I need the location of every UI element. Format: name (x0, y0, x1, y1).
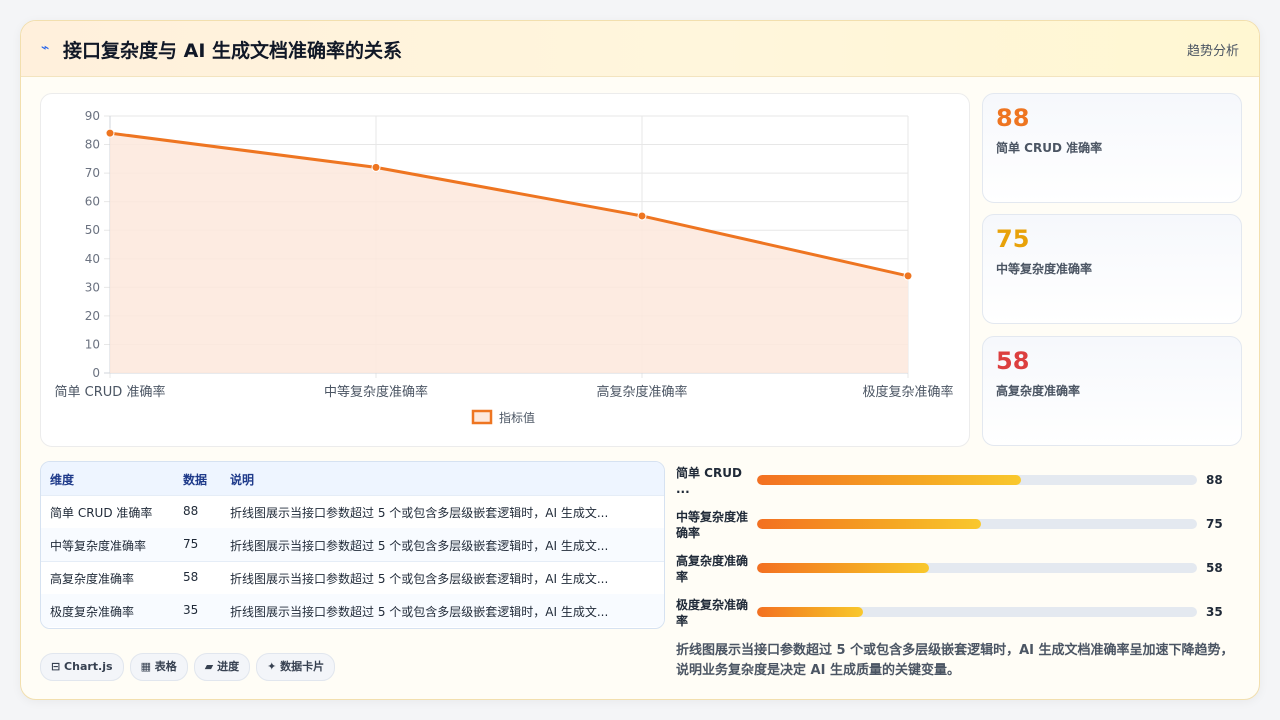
trend-icon: ⌁ (41, 40, 50, 56)
y-tick-label: 40 (85, 252, 100, 266)
stat-value: 75 (996, 225, 1030, 253)
table-cell: 88 (183, 504, 199, 518)
stat-card-medium: 75 中等复杂度准确率 (982, 214, 1242, 324)
y-tick-label: 10 (85, 337, 100, 351)
progress-value: 75 (1206, 517, 1223, 531)
progress-value: 35 (1206, 605, 1223, 619)
progress-label: 极度复杂准确率 (676, 598, 749, 628)
data-point (371, 162, 381, 172)
progress-track (757, 519, 1197, 529)
y-tick-label: 0 (92, 366, 100, 380)
y-tick-label: 90 (85, 109, 100, 123)
progress-value: 58 (1206, 561, 1223, 575)
progress-row: 极度复杂准确率 35 (676, 597, 1236, 633)
progress-row: 高复杂度准确率 58 (676, 553, 1236, 589)
table-cell: 极度复杂准确率 (50, 605, 135, 619)
stat-label: 高复杂度准确率 (996, 384, 1081, 398)
stat-value: 88 (996, 104, 1030, 132)
x-tick-label: 高复杂度准确率 (596, 384, 687, 400)
y-tick-label: 30 (85, 280, 100, 294)
table-row: 中等复杂度准确率 75 折线图展示当接口参数超过 5 个或包含多层级嵌套逻辑时，… (41, 528, 664, 562)
progress-fill (757, 519, 982, 529)
progress-track (757, 475, 1197, 485)
progress-fill (757, 607, 863, 617)
x-tick-label: 简单 CRUD 准确率 (55, 384, 166, 400)
progress-value: 88 (1206, 473, 1223, 487)
table-cell: 折线图展示当接口参数超过 5 个或包含多层级嵌套逻辑时，AI 生成文... (230, 605, 609, 619)
legend-swatch (471, 409, 493, 425)
column-header: 说明 (230, 473, 255, 487)
header: ⌁ 接口复杂度与 AI 生成文档准确率的关系 趋势分析 (21, 21, 1259, 77)
table-cell: 35 (183, 603, 199, 617)
summary-text: 折线图展示当接口参数超过 5 个或包含多层级嵌套逻辑时，AI 生成文档准确率呈加… (676, 643, 1234, 678)
progress-track (757, 563, 1197, 573)
column-header: 数据 (183, 473, 208, 487)
table-row: 简单 CRUD 准确率 88 折线图展示当接口参数超过 5 个或包含多层级嵌套逻… (41, 495, 664, 529)
table-cell: 简单 CRUD 准确率 (50, 506, 153, 520)
y-tick-label: 50 (85, 223, 100, 237)
progress-fill (757, 475, 1021, 485)
area-fill (110, 133, 908, 373)
data-point (105, 128, 115, 138)
tag-table[interactable]: ▦ 表格 (129, 653, 188, 681)
progress-label: 高复杂度准确率 (676, 554, 749, 584)
data-point (637, 211, 647, 221)
tech-tags: ⊟ Chart.js ▦ 表格 ▰ 进度 ✦ 数据卡片 (40, 653, 341, 681)
data-table: 维度 数据 说明 简单 CRUD 准确率 88 折线图展示当接口参数超过 5 个… (40, 461, 665, 629)
table-cell: 折线图展示当接口参数超过 5 个或包含多层级嵌套逻辑时，AI 生成文... (230, 572, 609, 586)
progress-track (757, 607, 1197, 617)
table-header-row: 维度 数据 说明 (41, 462, 664, 496)
stat-label: 中等复杂度准确率 (996, 262, 1093, 276)
stat-card-simple: 88 简单 CRUD 准确率 (982, 93, 1242, 203)
dashboard-card: ⌁ 接口复杂度与 AI 生成文档准确率的关系 趋势分析 0 10 20 30 40 50 6… (20, 20, 1260, 700)
analysis-tag: 趋势分析 (1186, 44, 1239, 59)
progress-label: 简单 CRUD ... (676, 466, 742, 496)
table-row: 极度复杂准确率 35 折线图展示当接口参数超过 5 个或包含多层级嵌套逻辑时，A… (41, 594, 664, 627)
legend-label: 指标值 (499, 410, 535, 425)
stat-label: 简单 CRUD 准确率 (996, 141, 1103, 155)
table-cell: 高复杂度准确率 (50, 572, 135, 586)
tag-progress[interactable]: ▰ 进度 (193, 653, 251, 681)
column-header: 维度 (50, 473, 75, 487)
stat-card-high: 58 高复杂度准确率 (982, 336, 1242, 446)
line-chart: 0 10 20 30 40 50 60 70 80 90 简单 CRUD 准确率 中等复杂度准确率 高复… (55, 109, 954, 425)
progress-row: 中等复杂度准确率 75 (676, 509, 1236, 545)
tag-chartjs[interactable]: ⊟ Chart.js (40, 653, 124, 681)
table-cell: 折线图展示当接口参数超过 5 个或包含多层级嵌套逻辑时，AI 生成文... (230, 506, 609, 520)
progress-fill (757, 563, 929, 573)
tag-data-card[interactable]: ✦ 数据卡片 (256, 653, 336, 681)
table-cell: 中等复杂度准确率 (50, 539, 147, 553)
stat-value: 58 (996, 347, 1030, 375)
line-chart-panel: 0 10 20 30 40 50 60 70 80 90 简单 CRUD 准确率 中等复杂度准确率 高复… (40, 93, 970, 447)
progress-label: 中等复杂度准确率 (676, 510, 749, 540)
y-tick-label: 60 (85, 195, 100, 209)
x-tick-label: 中等复杂度准确率 (324, 384, 428, 400)
page-title: 接口复杂度与 AI 生成文档准确率的关系 (63, 40, 403, 62)
y-tick-label: 70 (85, 166, 100, 180)
data-point (903, 271, 913, 281)
table-row: 高复杂度准确率 58 折线图展示当接口参数超过 5 个或包含多层级嵌套逻辑时，A… (41, 561, 664, 595)
table-cell: 58 (183, 570, 199, 584)
table-cell: 75 (183, 537, 199, 551)
y-tick-label: 80 (85, 138, 100, 152)
table-cell: 折线图展示当接口参数超过 5 个或包含多层级嵌套逻辑时，AI 生成文... (230, 539, 609, 553)
x-tick-label: 极度复杂准确率 (862, 384, 953, 400)
y-tick-label: 20 (85, 309, 100, 323)
progress-row: 简单 CRUD ... 88 (676, 465, 1236, 501)
